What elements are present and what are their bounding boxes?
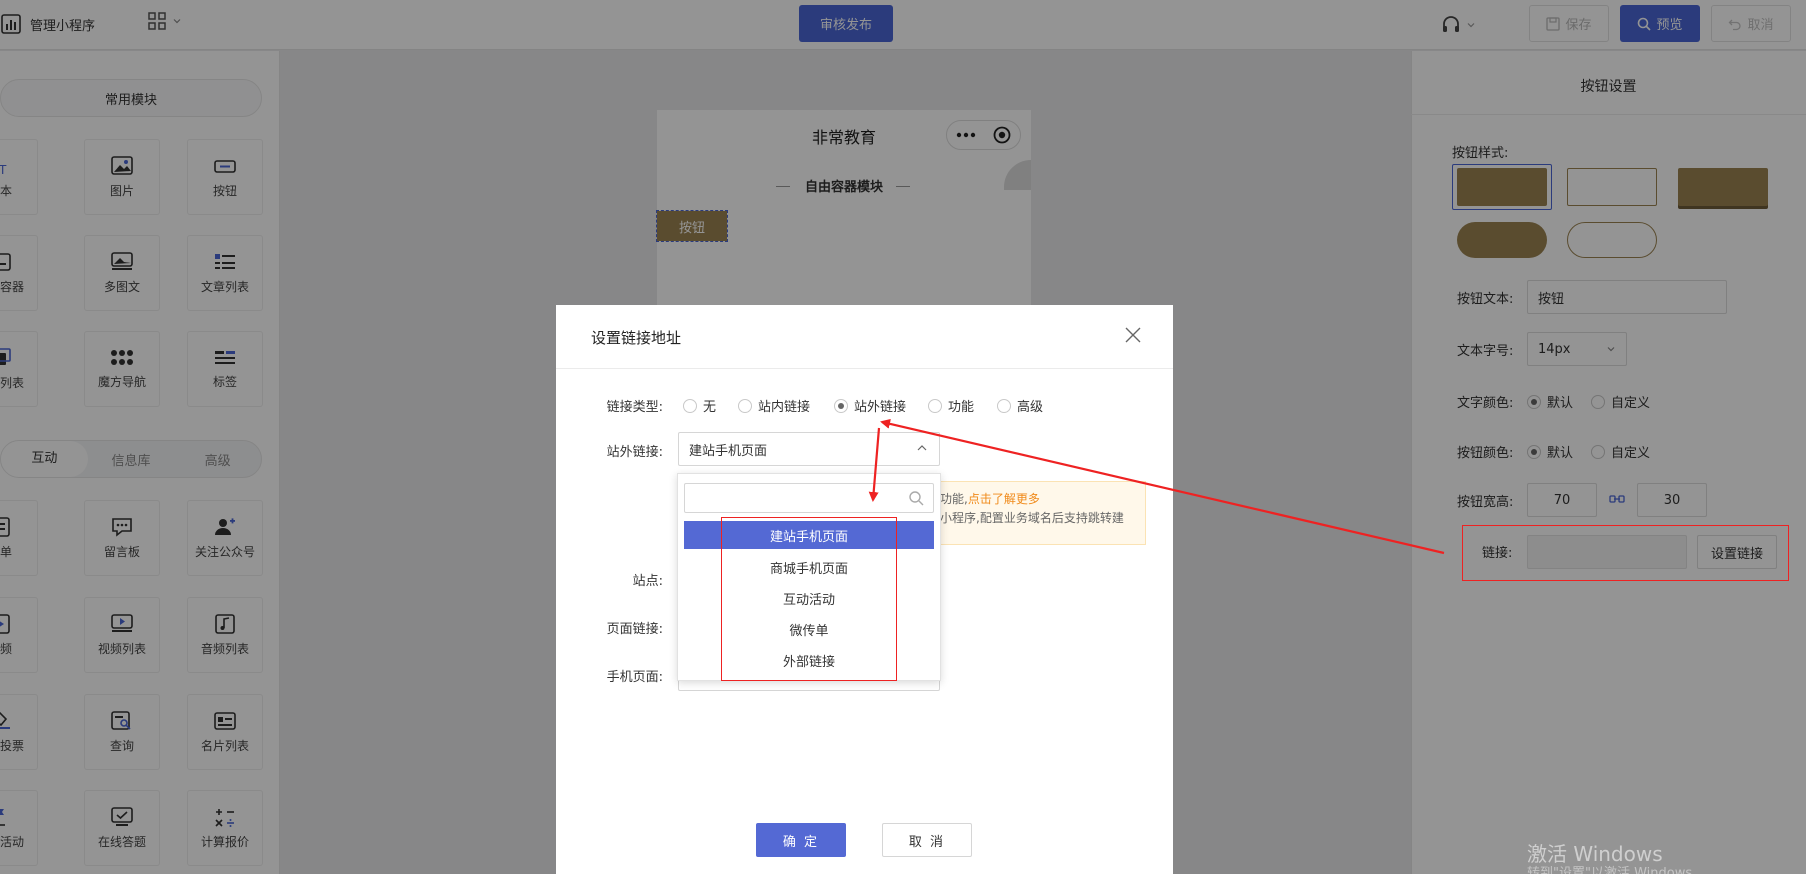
annotation-arrow: [880, 418, 1445, 555]
annotation-arrow: [868, 427, 881, 502]
windows-watermark-sub: 转到"设置"以激活 Windows: [1527, 866, 1693, 874]
annotation-arrows: [868, 418, 1445, 555]
